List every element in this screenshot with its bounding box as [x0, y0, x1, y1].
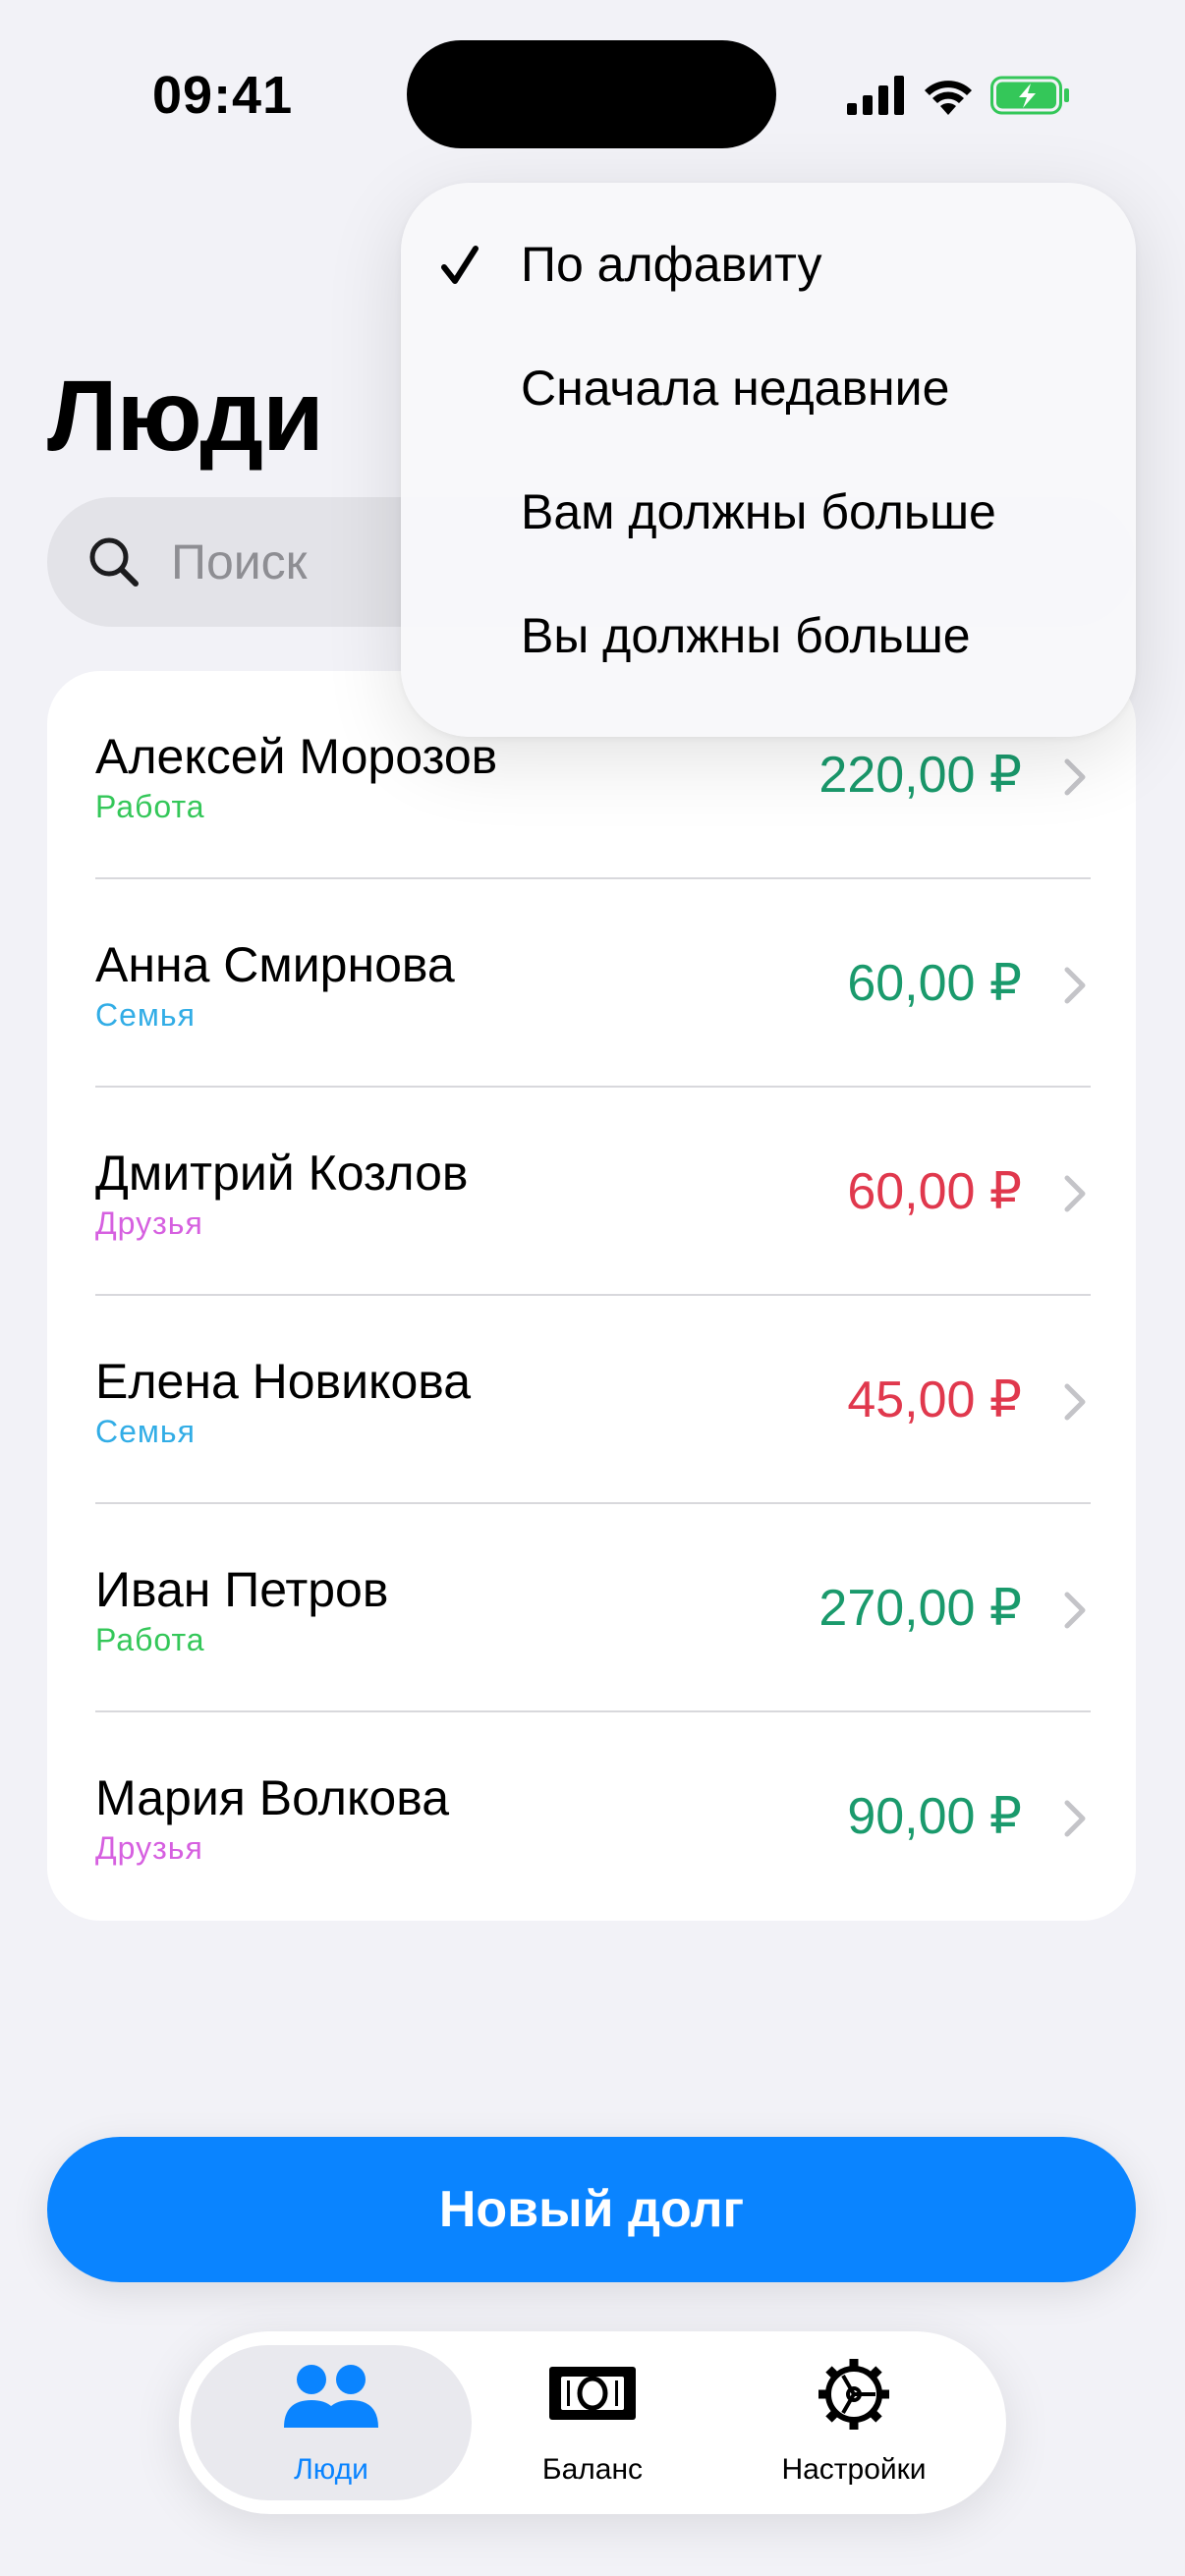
page-title: Люди [47, 360, 324, 472]
person-amount: 45,00 ₽ [847, 1372, 1022, 1428]
person-name: Анна Смирнова [95, 937, 455, 992]
person-group: Работа [95, 789, 205, 824]
list-item[interactable]: Мария Волкова Друзья 90,00 ₽ [47, 1712, 1136, 1921]
people-icon [284, 2365, 378, 2428]
people-list: Алексей Морозов Работа 220,00 ₽ Анна Сми… [47, 671, 1136, 1921]
sort-option-owed-to-you[interactable]: Вам должны больше [401, 464, 1136, 582]
person-amount: 60,00 ₽ [847, 1163, 1022, 1220]
chevron-right-icon [1064, 1383, 1086, 1421]
person-amount: 220,00 ₽ [818, 747, 1022, 804]
person-group: Друзья [95, 1830, 203, 1866]
gear-icon [818, 2359, 889, 2430]
status-icons [847, 71, 1071, 120]
tab-balance[interactable]: Баланс [452, 2345, 733, 2500]
sort-menu: По алфавиту Сначала недавние Вам должны … [401, 183, 1136, 737]
new-debt-button[interactable]: Новый долг [47, 2137, 1136, 2282]
chevron-right-icon [1064, 758, 1086, 796]
tab-people[interactable]: Люди [191, 2345, 472, 2500]
list-item[interactable]: Анна Смирнова Семья 60,00 ₽ [47, 879, 1136, 1088]
person-name: Мария Волкова [95, 1770, 450, 1825]
person-amount: 90,00 ₽ [847, 1788, 1022, 1845]
status-time: 09:41 [152, 66, 294, 125]
sort-option-label: Вы должны больше [521, 608, 971, 663]
sort-option-label: Сначала недавние [521, 361, 950, 416]
person-amount: 60,00 ₽ [847, 955, 1022, 1012]
chevron-right-icon [1064, 1175, 1086, 1212]
battery-charging-icon [990, 76, 1069, 115]
wifi-icon [925, 81, 972, 115]
person-name: Дмитрий Козлов [95, 1146, 469, 1201]
person-group: Друзья [95, 1205, 203, 1241]
tab-bar: Люди Баланс Настройки [179, 2331, 1006, 2514]
tab-label: Люди [294, 2453, 368, 2486]
sort-option-alphabetical[interactable]: По алфавиту [401, 216, 1136, 334]
person-name: Иван Петров [95, 1562, 389, 1617]
person-group: Работа [95, 1622, 205, 1657]
sort-option-label: Вам должны больше [521, 484, 996, 539]
person-amount: 270,00 ₽ [818, 1580, 1022, 1637]
dynamic-island [407, 40, 776, 148]
person-name: Алексей Морозов [95, 729, 498, 784]
list-item[interactable]: Дмитрий Козлов Друзья 60,00 ₽ [47, 1088, 1136, 1296]
sort-option-label: По алфавиту [521, 237, 822, 292]
cellular-signal-icon [847, 76, 904, 115]
checkmark-icon [441, 246, 479, 284]
person-group: Семья [95, 997, 196, 1033]
list-item[interactable]: Иван Петров Работа 270,00 ₽ [47, 1504, 1136, 1712]
chevron-right-icon [1064, 1800, 1086, 1837]
person-group: Семья [95, 1414, 196, 1449]
tab-settings[interactable]: Настройки [713, 2345, 994, 2500]
person-name: Елена Новикова [95, 1354, 472, 1409]
sort-option-recent[interactable]: Сначала недавние [401, 340, 1136, 458]
tab-label: Баланс [541, 2453, 644, 2486]
search-icon [89, 537, 139, 587]
chevron-right-icon [1064, 1592, 1086, 1629]
list-item[interactable]: Елена Новикова Семья 45,00 ₽ [47, 1296, 1136, 1504]
sort-option-you-owe[interactable]: Вы должны больше [401, 588, 1136, 705]
chevron-right-icon [1064, 967, 1086, 1004]
tab-label: Настройки [781, 2453, 927, 2486]
banknote-icon [549, 2367, 636, 2420]
